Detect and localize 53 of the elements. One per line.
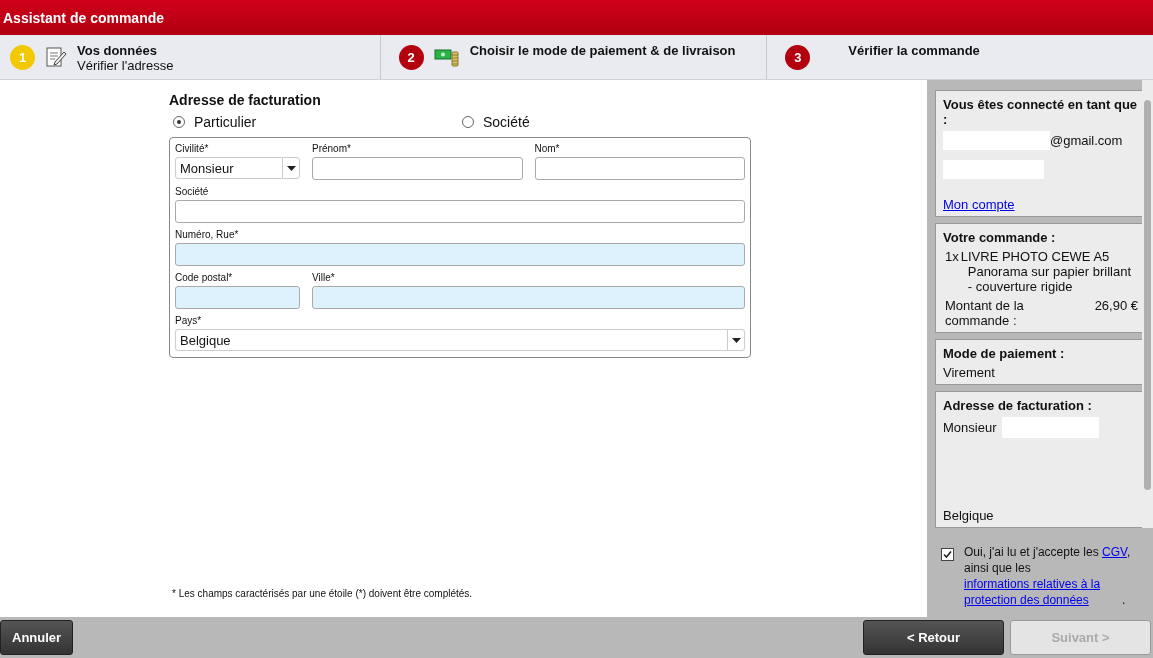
quantity-text: 1x xyxy=(945,249,959,266)
input-field[interactable] xyxy=(534,157,745,180)
input-field[interactable] xyxy=(312,286,745,309)
salutation-text: Monsieur xyxy=(943,420,997,435)
account-link[interactable]: Mon compte xyxy=(943,197,1138,212)
dropdown[interactable]: Monsieur xyxy=(175,157,300,179)
step-subtitle: Vérifier l'adresse xyxy=(77,58,174,73)
edit-document-icon xyxy=(45,46,67,68)
field-label: Prénom* xyxy=(312,143,352,154)
product-description: Panorama sur papier brillant - couverture rigide xyxy=(966,264,1133,294)
banknote-coins-icon xyxy=(433,46,460,68)
card-heading: Vous êtes connecté en tant que : xyxy=(943,97,1138,127)
total-label: Montant de la commande : xyxy=(945,298,1025,328)
field-label: Numéro, Rue* xyxy=(175,229,240,240)
dropdown[interactable]: Belgique xyxy=(175,329,745,351)
checkbox[interactable] xyxy=(941,548,954,561)
footnote: * Les champs caractérisés par une étoile (*) doivent être complétés. xyxy=(172,588,474,599)
field-label: Code postal* xyxy=(175,272,234,283)
card-heading: Votre commande : xyxy=(943,230,1057,245)
payment-method: Virement xyxy=(943,365,996,380)
step-title: Vérifier la commande xyxy=(848,43,980,58)
input-field[interactable] xyxy=(175,200,745,223)
input-field[interactable] xyxy=(312,157,523,180)
field-label: Pays* xyxy=(175,315,203,326)
email-text: @gmail.com xyxy=(1050,133,1123,148)
scrollbar[interactable] xyxy=(1142,80,1153,528)
total-amount: 26,90 € xyxy=(1094,298,1138,315)
radio-option[interactable]: Société xyxy=(462,114,751,130)
terms-text: Oui, j'ai lu et j'accepte les CGV, ainsi que les informations relatives à la protection des données . xyxy=(964,544,1132,608)
caret-icon xyxy=(286,165,296,171)
field-label: Civilité* xyxy=(175,143,210,154)
product-name: LIVRE PHOTO CEWE A5 xyxy=(960,249,1111,264)
radio-option[interactable]: Particulier xyxy=(173,114,462,130)
step-title: Choisir le mode de paiement & de livraison xyxy=(469,43,736,58)
cancel-button[interactable]: Annuler xyxy=(0,620,74,655)
step-number: 2 xyxy=(398,45,424,70)
field-label: Société xyxy=(175,186,210,197)
field-label: Nom* xyxy=(534,143,561,154)
section-heading: Adresse de facturation xyxy=(169,92,322,108)
step-number: 3 xyxy=(785,45,811,70)
privacy-link[interactable]: informations relatives à la protection des données xyxy=(964,576,1122,608)
input-field[interactable] xyxy=(175,243,745,266)
back-button[interactable]: < Retour xyxy=(863,620,1004,655)
caret-icon xyxy=(731,337,741,343)
terms-link[interactable]: CGV xyxy=(1102,545,1127,559)
step-number: 1 xyxy=(10,45,35,70)
card-heading: Adresse de facturation : xyxy=(943,398,1093,413)
input-field[interactable] xyxy=(175,286,300,309)
step-title: Vos données xyxy=(77,43,158,58)
country-text: Belgique xyxy=(943,508,995,523)
field-label: Ville* xyxy=(312,272,336,283)
card-heading: Mode de paiement : xyxy=(943,346,1066,361)
window-title: Assistant de commande xyxy=(3,9,165,26)
